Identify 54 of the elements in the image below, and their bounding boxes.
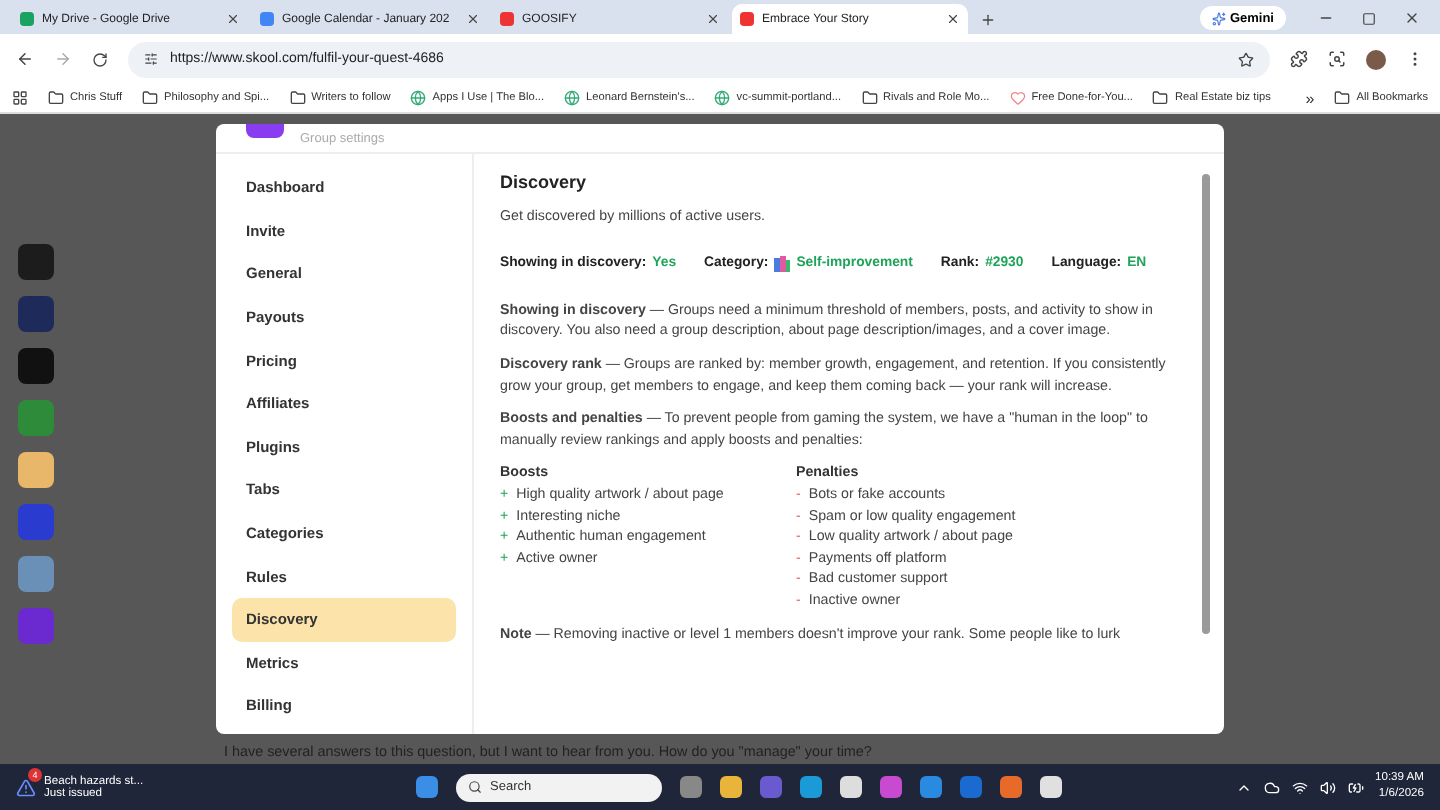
globe-icon	[564, 90, 581, 106]
close-icon[interactable]	[1404, 10, 1420, 26]
app-tile-icon[interactable]	[18, 608, 54, 644]
star-icon[interactable]	[1238, 51, 1254, 67]
favicon-icon	[740, 12, 754, 26]
puzzle-icon[interactable]	[1290, 50, 1308, 68]
folder-icon	[289, 90, 306, 106]
taskbar-app-icon[interactable]	[1040, 776, 1062, 798]
taskbar-app-icon[interactable]	[720, 776, 742, 798]
search-icon	[468, 780, 482, 794]
folder-icon	[1334, 90, 1351, 106]
wifi-icon[interactable]	[1291, 779, 1307, 795]
folder-icon	[48, 90, 64, 106]
app-tile-icon[interactable]	[18, 296, 54, 332]
taskbar-app-icon[interactable]	[1000, 776, 1022, 798]
app-tile-icon[interactable]	[18, 452, 54, 488]
globe-icon	[714, 90, 731, 106]
group-logo-icon	[246, 124, 284, 138]
start-icon[interactable]	[416, 776, 438, 798]
sparkle-icon	[1211, 11, 1226, 25]
favicon-icon	[500, 12, 514, 26]
maximize-icon[interactable]	[1362, 10, 1376, 26]
screen-search-icon[interactable]	[1328, 50, 1346, 68]
more-bookmarks[interactable]: »	[1305, 89, 1315, 107]
folder-icon	[861, 90, 878, 106]
close-icon[interactable]	[466, 12, 480, 26]
battery-icon[interactable]	[1347, 779, 1363, 795]
app-tile-icon[interactable]	[18, 244, 54, 280]
folder-icon	[1152, 90, 1169, 106]
heart-icon	[1009, 90, 1026, 106]
apps-icon[interactable]	[12, 90, 28, 106]
app-tile-icon[interactable]	[18, 400, 54, 436]
warning-icon[interactable]	[16, 777, 36, 797]
app-tile-icon[interactable]	[18, 504, 54, 540]
reload-icon[interactable]	[92, 51, 108, 67]
globe-icon	[410, 90, 427, 106]
folder-icon	[142, 90, 159, 106]
app-tile-icon[interactable]	[18, 348, 54, 384]
section-title: Discovery	[500, 172, 589, 194]
avatar[interactable]	[1366, 49, 1386, 69]
favicon-icon	[20, 12, 34, 26]
site-settings-icon[interactable]	[144, 52, 158, 66]
app-tile-icon[interactable]	[18, 556, 54, 592]
favicon-icon	[260, 12, 274, 26]
volume-icon[interactable]	[1319, 779, 1335, 795]
new-tab-icon[interactable]	[980, 12, 996, 28]
back-icon[interactable]	[16, 50, 34, 68]
cloud-icon[interactable]	[1263, 779, 1279, 795]
books-icon	[774, 256, 791, 273]
close-icon[interactable]	[706, 12, 720, 26]
taskbar-app-icon[interactable]	[800, 776, 822, 798]
close-icon[interactable]	[226, 12, 240, 26]
close-icon[interactable]	[946, 12, 960, 26]
taskbar-app-icon[interactable]	[840, 776, 862, 798]
